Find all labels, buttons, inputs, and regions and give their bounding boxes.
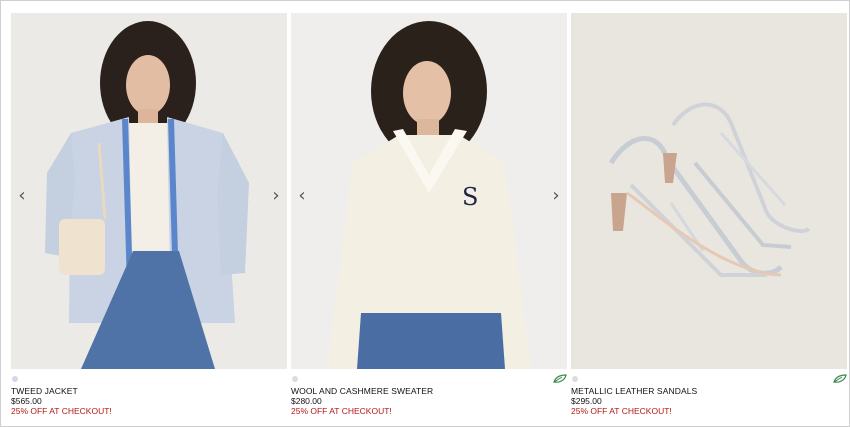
product-image[interactable]: ‹ › bbox=[11, 13, 287, 369]
product-price: $280.00 bbox=[291, 396, 322, 406]
product-price: $295.00 bbox=[571, 396, 602, 406]
color-swatch[interactable] bbox=[12, 376, 18, 382]
product-meta: WOOL AND CASHMERE SWEATER $280.00 25% OF… bbox=[291, 369, 567, 419]
product-name[interactable]: METALLIC LEATHER SANDALS bbox=[571, 386, 697, 396]
product-meta: METALLIC LEATHER SANDALS $295.00 25% OFF… bbox=[571, 369, 847, 419]
carousel-prev-button[interactable]: ‹ bbox=[295, 187, 309, 205]
promo-text: 25% OFF AT CHECKOUT! bbox=[571, 406, 672, 416]
svg-text:S: S bbox=[462, 183, 478, 211]
product-card-metallic-leather-sandals[interactable]: METALLIC LEATHER SANDALS $295.00 25% OFF… bbox=[571, 13, 847, 419]
eco-leaf-icon bbox=[833, 374, 847, 383]
product-price: $565.00 bbox=[11, 396, 42, 406]
carousel-next-button[interactable]: › bbox=[549, 187, 563, 205]
product-image[interactable]: S ‹ › bbox=[291, 13, 567, 369]
product-image[interactable] bbox=[571, 13, 847, 369]
carousel-prev-button[interactable]: ‹ bbox=[15, 187, 29, 205]
product-card-wool-cashmere-sweater[interactable]: S ‹ › WOOL AND CASHMERE SWEATER $280.00 … bbox=[291, 13, 567, 419]
product-meta: TWEED JACKET $565.00 25% OFF AT CHECKOUT… bbox=[11, 369, 287, 419]
promo-text: 25% OFF AT CHECKOUT! bbox=[291, 406, 392, 416]
promo-text: 25% OFF AT CHECKOUT! bbox=[11, 406, 112, 416]
eco-leaf-icon bbox=[553, 374, 567, 383]
product-name[interactable]: WOOL AND CASHMERE SWEATER bbox=[291, 386, 433, 396]
color-swatch[interactable] bbox=[292, 376, 298, 382]
product-card-tweed-jacket[interactable]: ‹ › TWEED JACKET $565.00 25% OFF AT CHEC… bbox=[11, 13, 287, 419]
color-swatch[interactable] bbox=[572, 376, 578, 382]
product-name[interactable]: TWEED JACKET bbox=[11, 386, 78, 396]
carousel-next-button[interactable]: › bbox=[269, 187, 283, 205]
product-grid: ‹ › TWEED JACKET $565.00 25% OFF AT CHEC… bbox=[0, 0, 850, 427]
